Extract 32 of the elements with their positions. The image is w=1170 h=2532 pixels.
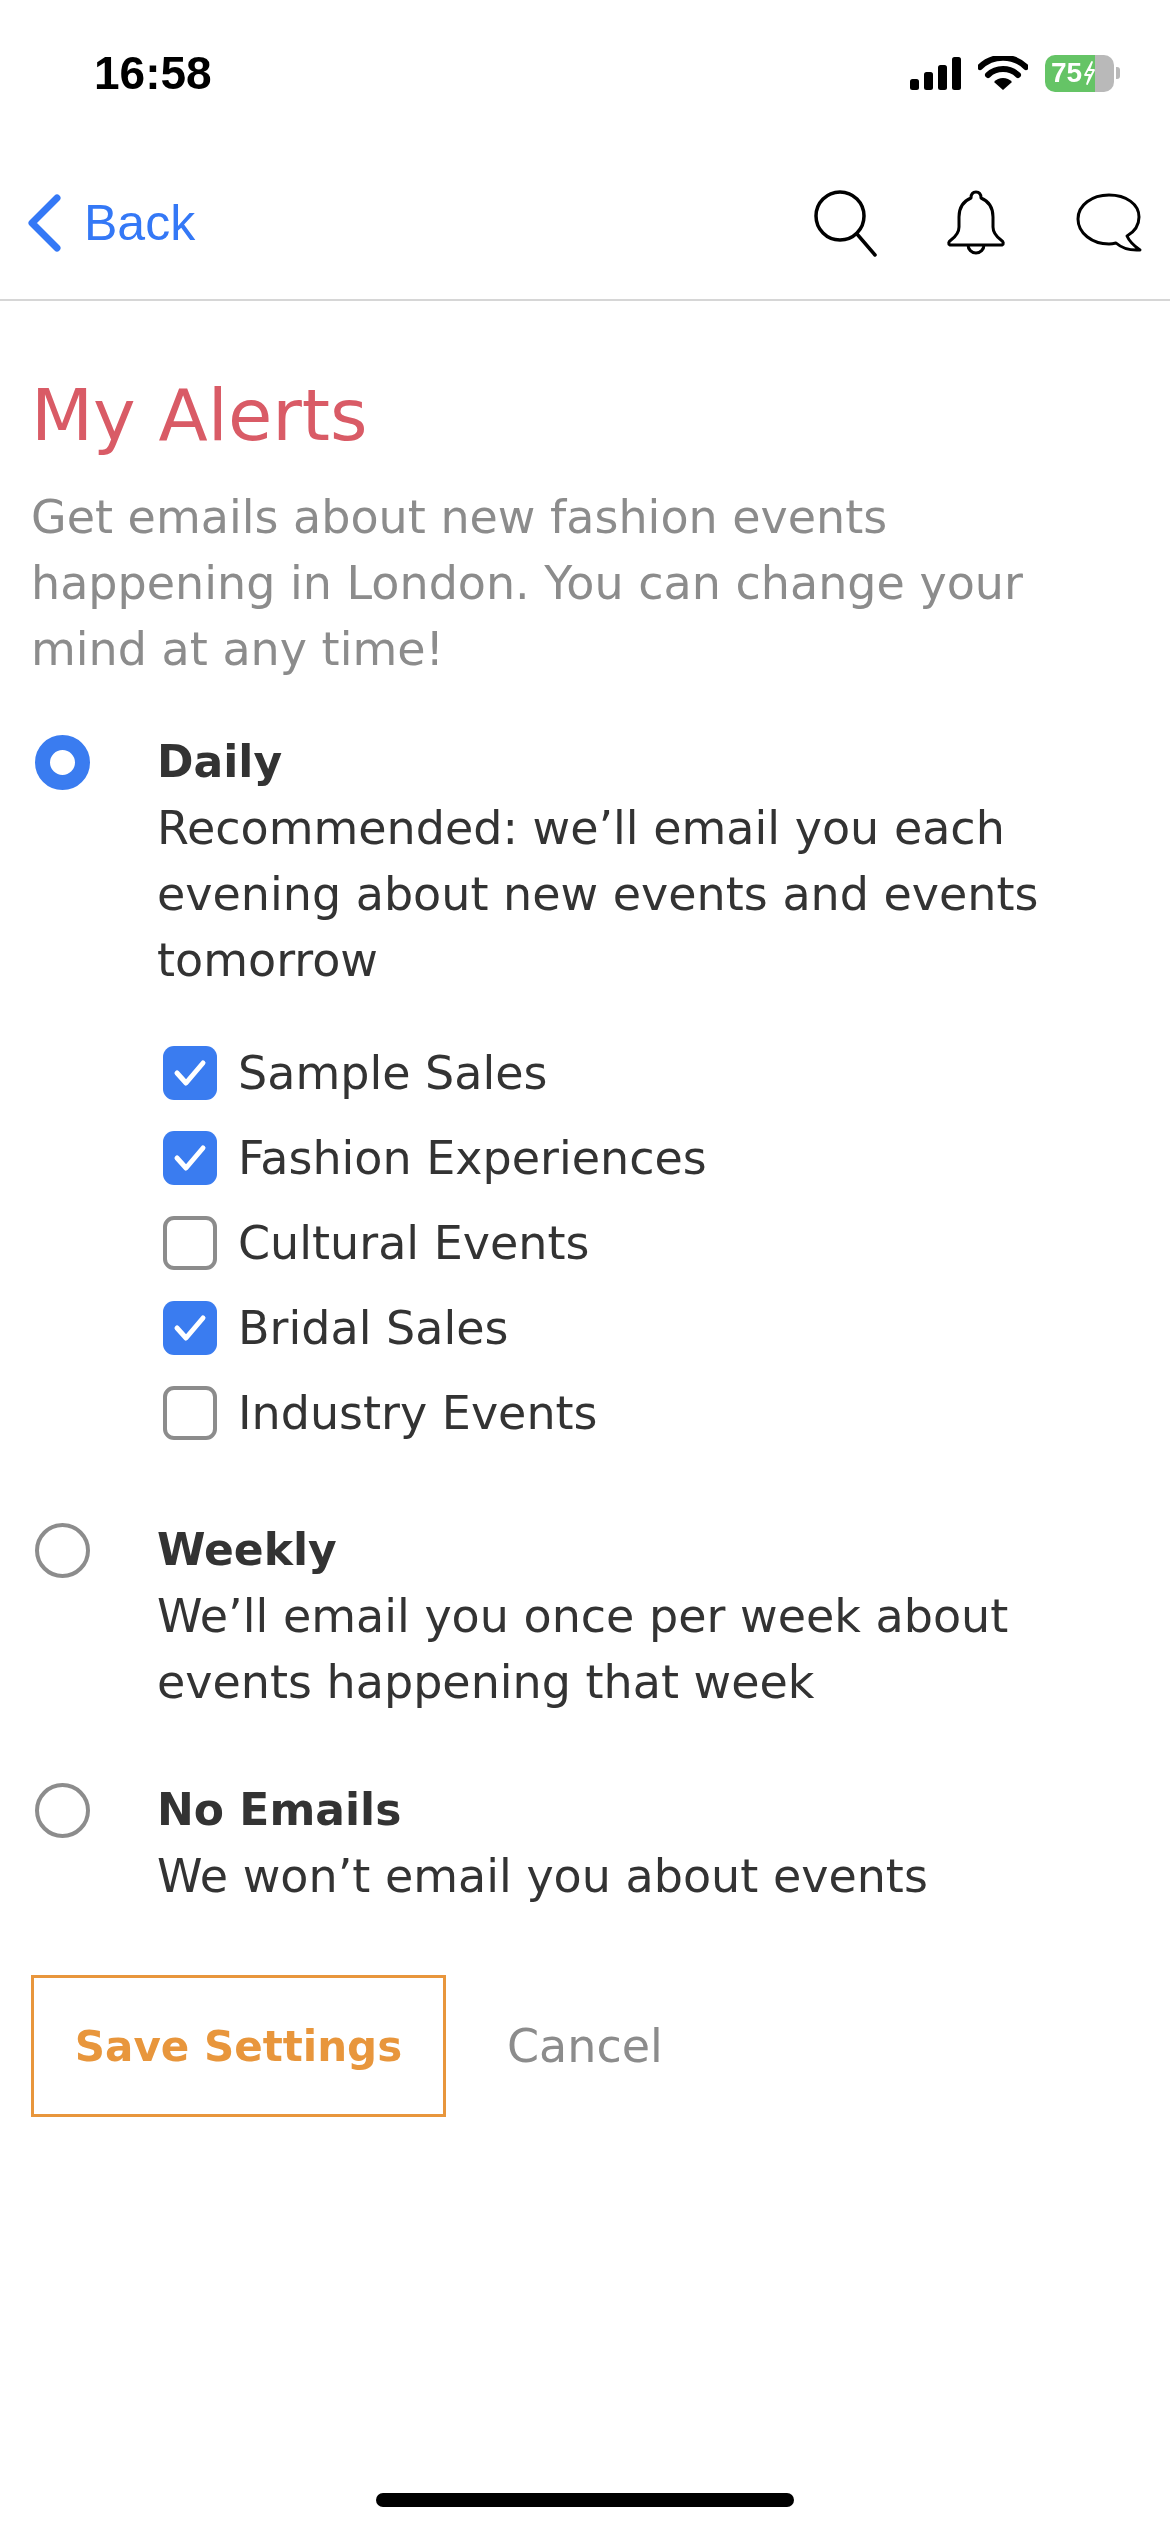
checkbox[interactable] [163, 1215, 217, 1270]
option-label: Weekly [157, 1523, 338, 1577]
chevron-left-icon [26, 192, 62, 253]
option-label: Daily [157, 735, 284, 789]
checkbox[interactable] [163, 1045, 217, 1100]
checkmark-icon [173, 1313, 207, 1342]
radio-button[interactable] [35, 1522, 90, 1578]
checkbox[interactable] [163, 1300, 217, 1355]
wifi-icon [978, 56, 1028, 90]
battery-percentage: 75 [1051, 59, 1083, 87]
checkbox[interactable] [163, 1130, 217, 1185]
bolt-icon [1083, 61, 1097, 85]
checkbox[interactable] [163, 1385, 217, 1440]
save-settings-button[interactable]: Save Settings [31, 1975, 446, 2117]
signal-icon [910, 56, 961, 90]
radio-button[interactable] [35, 1782, 90, 1838]
checkmark-icon [173, 1058, 207, 1087]
back-button[interactable]: Back [26, 192, 196, 253]
search-icon[interactable] [813, 188, 877, 257]
checkmark-icon [173, 1143, 207, 1172]
checkbox-label: Cultural Events [238, 1219, 590, 1266]
option-description: Recommended: we’ll email you each evening about new events and events tomorrow [157, 800, 1040, 989]
checkbox-label: Bridal Sales [238, 1304, 509, 1351]
chat-bubble-icon[interactable] [1075, 191, 1143, 254]
bell-icon[interactable] [945, 188, 1007, 257]
cancel-button[interactable]: Cancel [507, 2023, 663, 2069]
intro-text: Get emails about new fashion events happening in London. You can change your mind at any time! [31, 489, 1024, 678]
option-description: We won’t email you about events [157, 1848, 929, 1905]
status-time: 16:58 [94, 50, 212, 96]
option-label: No Emails [157, 1783, 403, 1837]
option-description: We’ll email you once per week about events happening that week [157, 1588, 1010, 1711]
radio-button[interactable] [35, 734, 90, 790]
